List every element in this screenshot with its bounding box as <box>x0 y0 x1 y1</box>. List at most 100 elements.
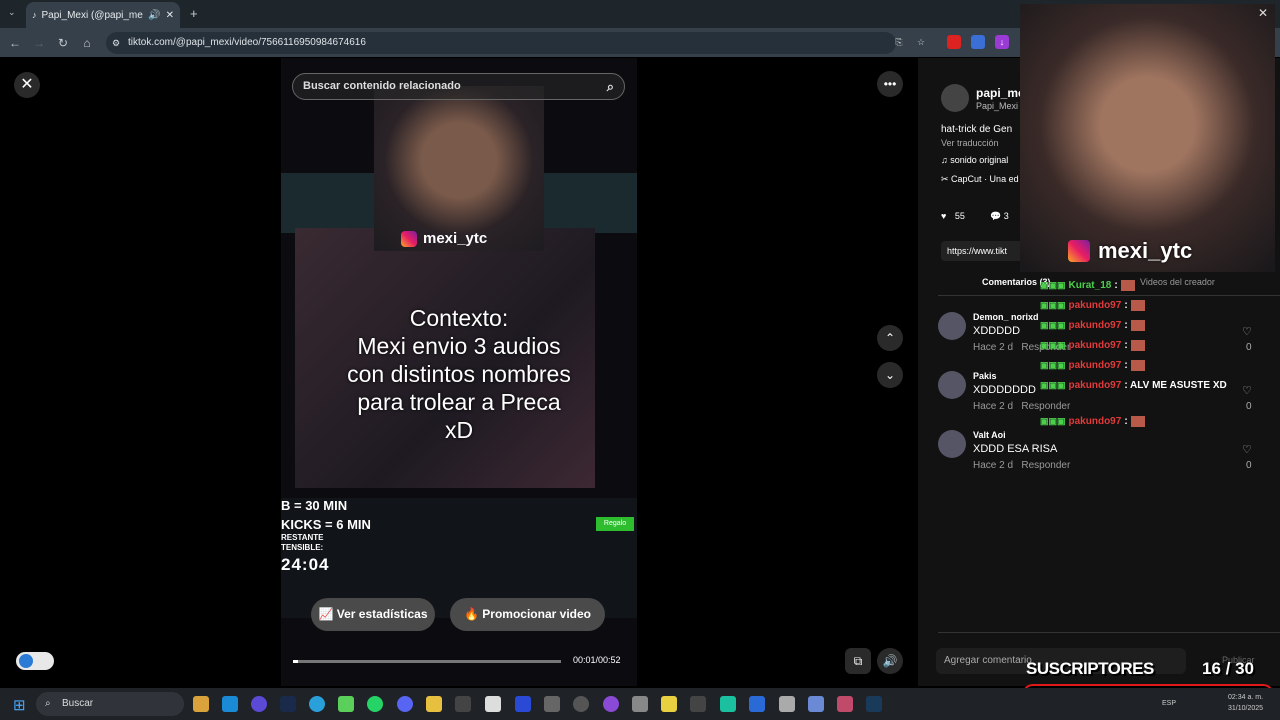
extension-blue-icon[interactable] <box>971 35 985 49</box>
close-tab-icon[interactable]: ✕ <box>166 10 174 21</box>
search-placeholder: Buscar contenido relacionado <box>303 80 461 92</box>
streamer-webcam <box>1020 4 1275 272</box>
clock-date[interactable]: 31/10/2025 <box>1228 705 1263 712</box>
comment-like-icon[interactable]: ♡ <box>1242 384 1252 397</box>
avatar[interactable] <box>938 430 966 458</box>
author-avatar[interactable] <box>941 84 969 112</box>
stream-timer: 24:04 <box>281 555 330 574</box>
chrome-icon[interactable] <box>193 696 209 712</box>
app-teal-icon[interactable] <box>720 696 736 712</box>
comment-like-icon[interactable]: ♡ <box>1242 443 1252 456</box>
chat-user: pakundo97 <box>1068 300 1122 311</box>
home-button[interactable]: ⌂ <box>78 34 96 52</box>
extension-download-icon[interactable]: ↓ <box>995 35 1009 49</box>
discord-icon[interactable] <box>397 696 413 712</box>
author-name[interactable]: papi_me <box>976 86 1025 100</box>
search-icon[interactable]: ⌕ <box>607 74 614 99</box>
toggle-switch[interactable] <box>16 652 54 670</box>
video-ig-tag: mexi_ytc <box>401 230 487 247</box>
tab-title: Papi_Mexi (@papi_mexi) | TikTok <box>41 9 144 21</box>
app-purple-icon[interactable] <box>603 696 619 712</box>
app-image-icon[interactable] <box>632 696 648 712</box>
chat-badges-icon: ▣▣▣ <box>1040 340 1066 350</box>
volume-button[interactable]: 🔊 <box>877 648 903 674</box>
progress-bar[interactable] <box>293 660 561 663</box>
tab-creator-videos[interactable]: Videos del creador <box>1140 277 1215 287</box>
comment-user[interactable]: Pakis <box>973 371 997 381</box>
more-options-button[interactable]: ••• <box>877 71 903 97</box>
pip-button[interactable]: ⧉ <box>845 648 871 674</box>
prev-video-button[interactable]: ⌃ <box>877 325 903 351</box>
comment-like-icon[interactable]: ♡ <box>1242 325 1252 338</box>
sound-link[interactable]: ♫ sonido original <box>941 155 1008 165</box>
like-button[interactable]: ♥ 55 <box>941 211 965 221</box>
stats-button[interactable]: 📈 Ver estadísticas <box>311 598 435 631</box>
chat-user: pakundo97 <box>1068 320 1122 331</box>
reply-button[interactable]: Responder <box>1021 460 1070 471</box>
comment-button[interactable]: 💬 3 <box>990 211 1009 222</box>
app-dark-icon[interactable] <box>690 696 706 712</box>
app-green-icon[interactable] <box>338 696 354 712</box>
vivaldi-icon[interactable] <box>251 696 267 712</box>
comment-like-count: 0 <box>1246 342 1252 353</box>
close-video-button[interactable]: ✕ <box>14 72 40 98</box>
stream-line-1: B = 30 MIN <box>281 498 348 513</box>
app-hex-icon[interactable] <box>808 696 824 712</box>
whatsapp-icon[interactable] <box>367 696 383 712</box>
chat-message: ▣▣▣ pakundo97: ALV ME ASUSTE XD <box>1040 380 1240 391</box>
reply-button[interactable]: Responder <box>1021 401 1070 412</box>
chat-text: : <box>1124 340 1128 351</box>
streamer-cam-image <box>374 86 544 251</box>
flame-icon: 🔥 <box>464 607 479 621</box>
language-indicator[interactable]: ESP <box>1162 700 1176 707</box>
forward-button[interactable]: → <box>30 34 48 52</box>
reload-button[interactable]: ↻ <box>54 34 72 52</box>
avatar[interactable] <box>938 312 966 340</box>
translate-link[interactable]: Ver traducción <box>941 138 999 148</box>
edge-icon[interactable] <box>222 696 238 712</box>
app-icon[interactable] <box>455 696 471 712</box>
comment-user[interactable]: Valt Aoi <box>973 430 1006 440</box>
app-wave-icon[interactable] <box>749 696 765 712</box>
video-player[interactable]: Buscar contenido relacionado ⌕ mexi_ytc … <box>281 58 637 686</box>
video-desc: hat-trick de Gen <box>941 124 1013 135</box>
capcut-link[interactable]: ✂ CapCut · Una ed <box>941 174 1019 185</box>
back-button[interactable]: ← <box>6 34 24 52</box>
bookmark-star-icon[interactable]: ☆ <box>914 35 928 49</box>
panel-close-icon[interactable]: ✕ <box>1258 6 1268 20</box>
extension-red-icon[interactable] <box>947 35 961 49</box>
video-ig-handle: mexi_ytc <box>423 230 488 247</box>
taskbar-search[interactable]: ⌕ Buscar <box>36 692 184 716</box>
related-search-input[interactable]: Buscar contenido relacionado ⌕ <box>292 73 625 100</box>
url-field[interactable]: ⚙ tiktok.com/@papi_mexi/video/7566116950… <box>106 32 896 54</box>
comment-count: 3 <box>1003 211 1009 221</box>
app-diamond-icon[interactable] <box>779 696 795 712</box>
tab-tiktok[interactable]: ♪ Papi_Mexi (@papi_mexi) | TikTok 🔊 ✕ <box>26 2 180 28</box>
tab-search-icon[interactable]: ⌄ <box>8 7 16 18</box>
site-info-icon[interactable]: ⚙ <box>112 32 120 54</box>
next-video-button[interactable]: ⌄ <box>877 362 903 388</box>
speaker-icon[interactable]: 🔊 <box>148 10 160 21</box>
avatar[interactable] <box>938 371 966 399</box>
app-circle-icon[interactable] <box>573 696 589 712</box>
install-app-icon[interactable]: ⎘ <box>892 35 906 49</box>
clock-time[interactable]: 02:34 a. m. <box>1228 694 1263 701</box>
obs-icon[interactable] <box>485 696 501 712</box>
chat-text: : <box>1124 360 1128 371</box>
chat-user: pakundo97 <box>1068 340 1122 351</box>
app-grey-icon[interactable] <box>544 696 560 712</box>
photoshop-icon[interactable] <box>280 696 296 712</box>
steam-icon[interactable] <box>866 696 882 712</box>
notes-icon[interactable] <box>661 696 677 712</box>
app-blue-icon[interactable] <box>515 696 531 712</box>
promote-button[interactable]: 🔥 Promocionar video <box>450 598 605 631</box>
windows-start-icon[interactable]: ⊞ <box>13 696 26 714</box>
app-red-icon[interactable] <box>837 696 853 712</box>
emote-icon <box>1130 416 1145 427</box>
chat-text: : <box>1124 416 1128 427</box>
folder-icon[interactable] <box>426 696 442 712</box>
comment-user[interactable]: Demon_ norixd <box>973 312 1039 322</box>
new-tab-button[interactable]: + <box>190 6 198 21</box>
chat-text: : ALV ME ASUSTE XD <box>1124 380 1227 391</box>
telegram-icon[interactable] <box>309 696 325 712</box>
